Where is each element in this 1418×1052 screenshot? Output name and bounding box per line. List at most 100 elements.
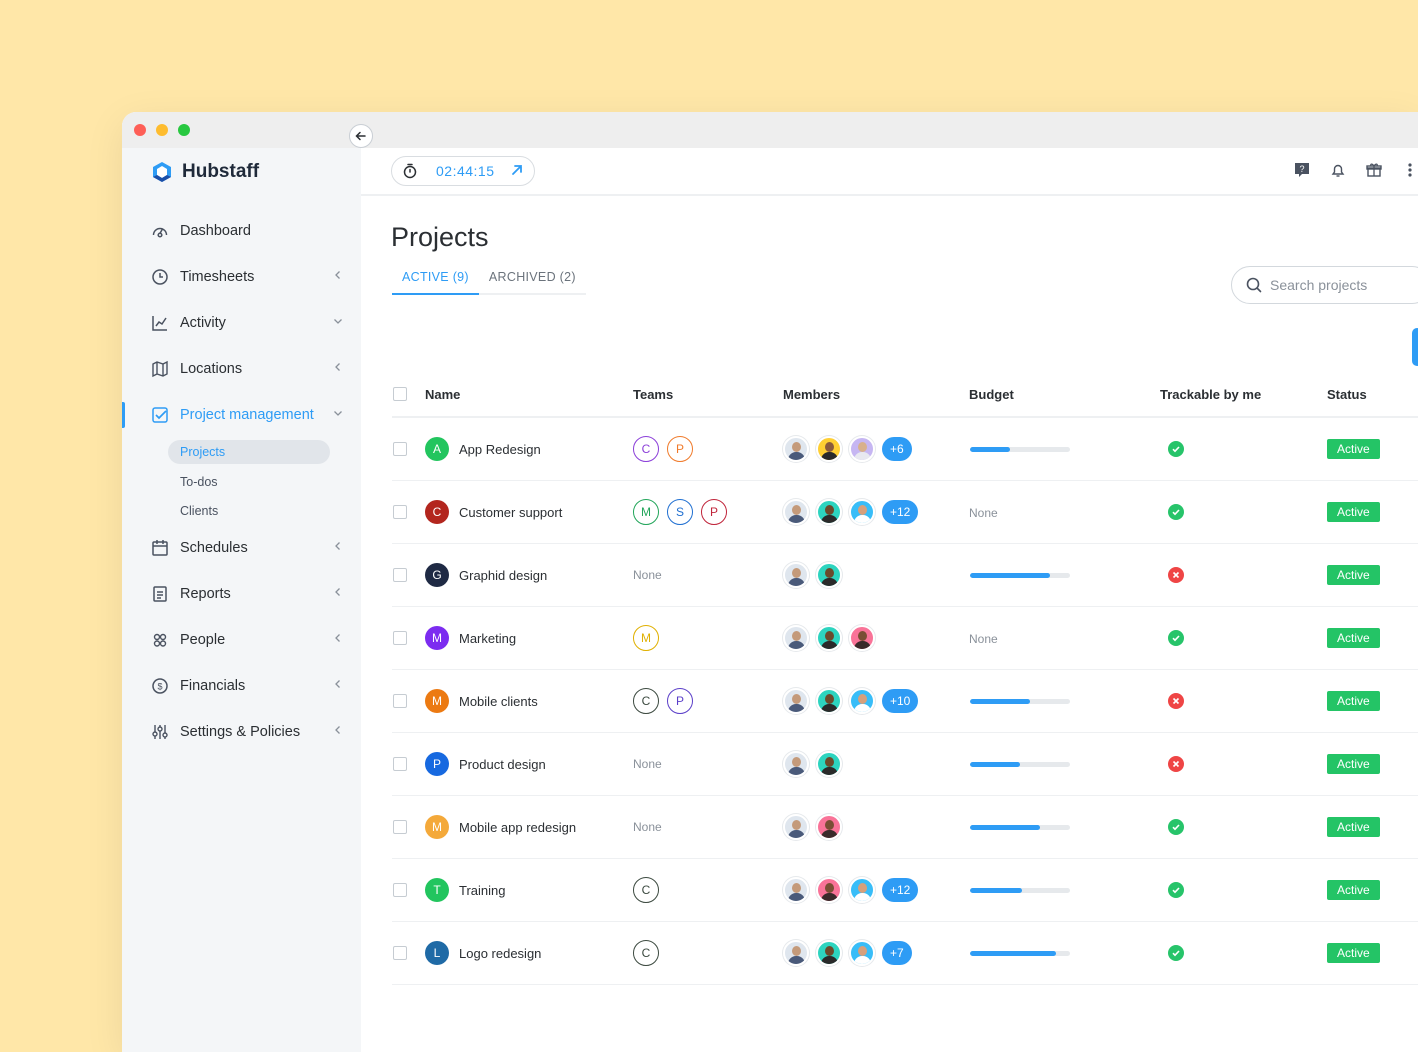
timer-widget[interactable]: 02:44:15 [391,156,535,186]
sidebar-item-reports[interactable]: Reports [122,571,361,617]
logo[interactable]: Hubstaff [150,160,259,184]
tab-archived[interactable]: ARCHIVED (2) [479,260,586,293]
project-name-cell[interactable]: P Product design [425,752,633,776]
more-members-badge[interactable]: +12 [882,878,919,902]
project-name-cell[interactable]: T Training [425,878,633,902]
sidebar-item-project-management[interactable]: Project management [122,392,361,438]
submenu-item-projects[interactable]: Projects [168,440,330,464]
table-row[interactable]: A App Redesign C P +6 Active [392,418,1418,481]
team-badge[interactable]: C [633,688,659,714]
submenu-item-to-dos[interactable]: To-dos [168,467,361,496]
header-budget[interactable]: Budget [969,387,1160,402]
row-checkbox[interactable] [393,757,407,771]
team-badge[interactable]: M [633,625,659,651]
member-avatar[interactable] [816,562,842,588]
member-avatar[interactable] [816,814,842,840]
team-badge[interactable]: M [633,499,659,525]
more-members-badge[interactable]: +6 [882,437,912,461]
close-window-button[interactable] [134,124,146,136]
sidebar-item-timesheets[interactable]: Timesheets [122,254,361,300]
header-name[interactable]: Name [425,387,633,402]
member-avatar[interactable] [783,688,809,714]
submenu-item-clients[interactable]: Clients [168,496,361,525]
team-badge[interactable]: P [667,688,693,714]
team-badge[interactable]: C [633,877,659,903]
collapse-sidebar-button[interactable] [349,124,373,148]
member-avatar[interactable] [783,940,809,966]
member-avatar[interactable] [849,499,875,525]
member-avatar[interactable] [849,877,875,903]
more-members-badge[interactable]: +12 [882,500,919,524]
table-row[interactable]: P Product design None Active [392,733,1418,796]
row-checkbox[interactable] [393,883,407,897]
member-avatar[interactable] [816,940,842,966]
project-name-cell[interactable]: M Mobile clients [425,689,633,713]
open-timer-icon[interactable] [510,163,524,177]
tab-active[interactable]: ACTIVE (9) [392,260,479,295]
member-avatar[interactable] [783,499,809,525]
header-teams[interactable]: Teams [633,387,783,402]
sidebar-item-settings[interactable]: Settings & Policies [122,709,361,755]
table-row[interactable]: G Graphid design None Active [392,544,1418,607]
member-avatar[interactable] [816,688,842,714]
member-avatar[interactable] [783,436,809,462]
member-avatar[interactable] [816,877,842,903]
member-avatar[interactable] [849,625,875,651]
sidebar-item-locations[interactable]: Locations [122,346,361,392]
sidebar-item-schedules[interactable]: Schedules [122,525,361,571]
header-members[interactable]: Members [783,387,969,402]
more-members-badge[interactable]: +7 [882,941,912,965]
row-checkbox[interactable] [393,505,407,519]
project-name-cell[interactable]: L Logo redesign [425,941,633,965]
gift-icon[interactable] [1366,161,1382,179]
team-badge[interactable]: C [633,940,659,966]
member-avatar[interactable] [816,436,842,462]
minimize-window-button[interactable] [156,124,168,136]
member-avatar[interactable] [816,625,842,651]
sidebar-item-activity[interactable]: Activity [122,300,361,346]
project-name-cell[interactable]: G Graphid design [425,563,633,587]
team-badge[interactable]: C [633,436,659,462]
row-checkbox[interactable] [393,694,407,708]
member-avatar[interactable] [849,688,875,714]
project-name-cell[interactable]: M Mobile app redesign [425,815,633,839]
sidebar-item-financials[interactable]: $ Financials [122,663,361,709]
table-row[interactable]: M Marketing M None Active [392,607,1418,670]
bell-icon[interactable] [1330,161,1346,179]
member-avatar[interactable] [816,499,842,525]
row-checkbox[interactable] [393,631,407,645]
maximize-window-button[interactable] [178,124,190,136]
search-input[interactable] [1270,277,1410,293]
table-row[interactable]: T Training C +12 Active [392,859,1418,922]
row-checkbox[interactable] [393,820,407,834]
project-name-cell[interactable]: M Marketing [425,626,633,650]
search-box[interactable] [1231,266,1418,304]
team-badge[interactable]: P [701,499,727,525]
row-checkbox[interactable] [393,946,407,960]
sidebar-item-dashboard[interactable]: Dashboard [122,208,361,254]
member-avatar[interactable] [816,751,842,777]
row-checkbox[interactable] [393,442,407,456]
member-avatar[interactable] [783,562,809,588]
team-badge[interactable]: P [667,436,693,462]
more-vertical-icon[interactable] [1402,161,1418,179]
member-avatar[interactable] [783,625,809,651]
project-name-cell[interactable]: A App Redesign [425,437,633,461]
table-row[interactable]: M Mobile clients C P +10 Active [392,670,1418,733]
member-avatar[interactable] [849,436,875,462]
table-row[interactable]: M Mobile app redesign None Active [392,796,1418,859]
team-badge[interactable]: S [667,499,693,525]
table-row[interactable]: L Logo redesign C +7 Active [392,922,1418,985]
member-avatar[interactable] [783,814,809,840]
sidebar-item-people[interactable]: People [122,617,361,663]
add-project-button[interactable] [1412,328,1418,366]
more-members-badge[interactable]: +10 [882,689,919,713]
member-avatar[interactable] [783,751,809,777]
header-trackable[interactable]: Trackable by me [1160,387,1327,402]
table-row[interactable]: C Customer support M S P +12 None Active [392,481,1418,544]
row-checkbox[interactable] [393,568,407,582]
member-avatar[interactable] [783,877,809,903]
project-name-cell[interactable]: C Customer support [425,500,633,524]
member-avatar[interactable] [849,940,875,966]
header-status[interactable]: Status [1327,387,1417,402]
